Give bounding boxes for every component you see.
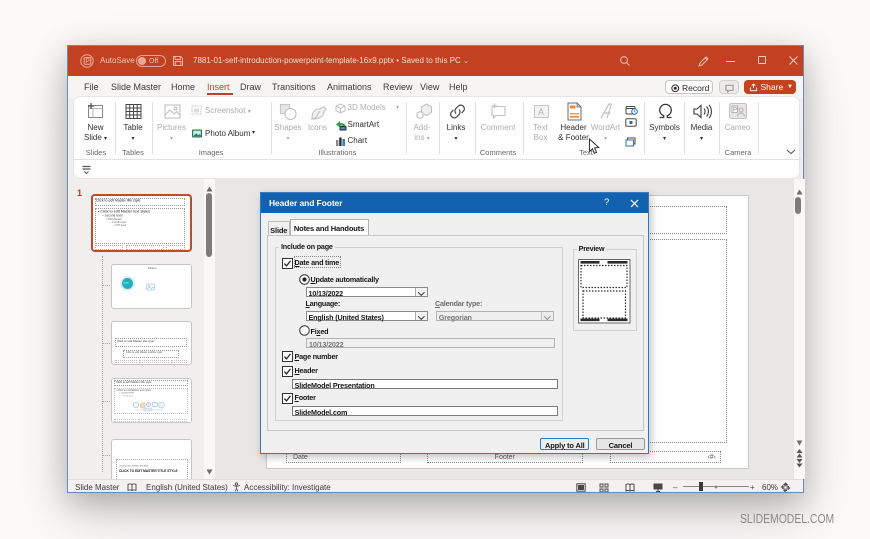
svg-text:P: P — [733, 108, 737, 114]
svg-text:P: P — [86, 58, 90, 65]
svg-text:A: A — [538, 107, 544, 117]
